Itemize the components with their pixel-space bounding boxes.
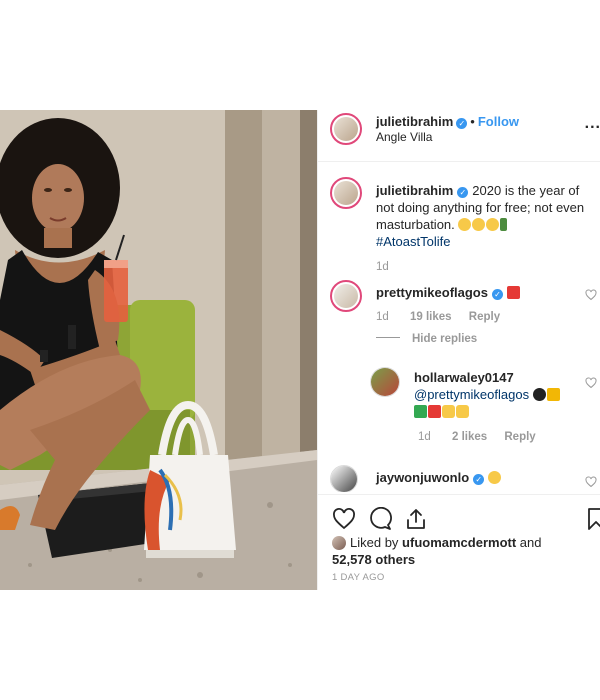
caption-avatar[interactable] xyxy=(330,177,362,209)
comment-username[interactable]: jaywonjuwonlo xyxy=(376,470,469,485)
hide-replies-toggle[interactable]: Hide replies xyxy=(376,333,477,345)
comment-meta: 1d 19 likes Reply xyxy=(376,311,500,323)
crown-emoji xyxy=(546,388,560,401)
commenter-avatar-image xyxy=(331,466,357,492)
comment-text-block: jaywonjuwonlo ✓ xyxy=(376,469,576,486)
check-mark-emoji xyxy=(414,405,427,418)
comment-item: jaywonjuwonlo ✓ xyxy=(318,462,600,492)
verified-badge-icon: ✓ xyxy=(473,474,485,485)
heart-icon[interactable] xyxy=(332,507,356,531)
reply-text-block: hollarwaley0147 @prettymikeoflagos xyxy=(414,369,584,420)
thinking-face-emoji xyxy=(458,218,472,231)
post-caption: julietibrahim ✓ 2020 is the year of not do… xyxy=(318,172,600,273)
commenter-avatar[interactable] xyxy=(330,280,362,312)
verified-badge-icon: ✓ xyxy=(456,118,468,129)
liker-avatar[interactable] xyxy=(332,536,346,550)
reply-likes-count[interactable]: 2 likes xyxy=(452,431,487,443)
author-avatar[interactable] xyxy=(330,113,362,145)
commenter-avatar-image xyxy=(334,284,358,308)
caption-time[interactable]: 1d xyxy=(376,261,389,273)
hundred-points-emoji xyxy=(506,286,520,299)
instagram-post: julietibrahim ✓ • Follow Angle Villa ... ju… xyxy=(0,110,600,590)
post-action-bar xyxy=(318,494,600,534)
reply-avatar-image xyxy=(371,368,399,396)
raised-hands-emoji xyxy=(456,405,469,418)
caption-text-block: julietibrahim ✓ 2020 is the year of not do… xyxy=(376,182,598,250)
reply-reply-button[interactable]: Reply xyxy=(504,431,535,443)
verified-badge-icon: ✓ xyxy=(491,289,503,300)
comment-username[interactable]: prettymikeoflagos xyxy=(376,285,488,300)
follow-button[interactable]: Follow xyxy=(478,114,519,129)
neutral-face-emoji xyxy=(472,218,486,231)
reply-like-heart-icon[interactable] xyxy=(585,377,597,389)
likes-prefix: Liked by xyxy=(350,535,399,550)
header-separator: • xyxy=(470,114,475,129)
grinning-face-emoji xyxy=(488,471,502,484)
comment-like-heart-icon[interactable] xyxy=(585,476,597,488)
caption-avatar-image xyxy=(334,181,358,205)
hundred-points-emoji xyxy=(428,405,441,418)
reply-meta: 1d 2 likes Reply xyxy=(418,431,536,443)
comment-like-heart-icon[interactable] xyxy=(585,289,597,301)
likes-and: and xyxy=(519,535,542,550)
likes-summary: Liked by ufuomamcdermott and 52,578 othe… xyxy=(332,534,542,568)
comment-time[interactable]: 1d xyxy=(376,311,389,323)
more-options-icon[interactable]: ... xyxy=(585,115,600,133)
author-username[interactable]: julietibrahim xyxy=(376,114,453,129)
reply-time[interactable]: 1d xyxy=(418,431,431,443)
post-date[interactable]: 1 DAY AGO xyxy=(332,572,385,583)
bottle-emoji xyxy=(500,218,508,231)
black-heart-emoji xyxy=(532,388,546,401)
reply-item: hollarwaley0147 @prettymikeoflagos 1d 2 … xyxy=(318,365,600,455)
post-location[interactable]: Angle Villa xyxy=(376,130,432,144)
caption-username[interactable]: julietibrahim xyxy=(376,183,453,198)
comment-likes-count[interactable]: 19 likes xyxy=(410,311,452,323)
verified-badge-icon: ✓ xyxy=(457,187,469,198)
reply-username[interactable]: hollarwaley0147 xyxy=(414,370,514,385)
hide-replies-label: Hide replies xyxy=(412,333,478,345)
post-header: julietibrahim ✓ • Follow Angle Villa ... xyxy=(318,110,600,162)
share-icon[interactable] xyxy=(404,507,428,531)
raised-hands-emoji xyxy=(442,405,455,418)
post-photo-image xyxy=(0,110,317,590)
reply-mention[interactable]: @prettymikeoflagos xyxy=(414,387,529,402)
bookmark-icon[interactable] xyxy=(586,507,600,531)
reply-avatar[interactable] xyxy=(370,367,400,397)
header-author-line: julietibrahim ✓ • Follow xyxy=(376,114,519,129)
post-side-panel: julietibrahim ✓ • Follow Angle Villa ... ju… xyxy=(317,110,600,590)
comment-reply-button[interactable]: Reply xyxy=(469,311,500,323)
liker-username[interactable]: ufuomamcdermott xyxy=(402,535,516,550)
grinning-face-emoji xyxy=(486,218,500,231)
comment-icon[interactable] xyxy=(368,507,392,531)
post-photo[interactable] xyxy=(0,110,317,590)
commenter-avatar[interactable] xyxy=(330,465,358,492)
author-avatar-image xyxy=(334,117,358,141)
caption-hashtag[interactable]: #AtoastTolife xyxy=(376,234,450,249)
comment-text-block: prettymikeoflagos ✓ xyxy=(376,284,576,301)
replies-divider-line xyxy=(376,337,400,338)
likes-others-count[interactable]: 52,578 others xyxy=(332,552,415,567)
comment-item: prettymikeoflagos ✓ 1d 19 likes Reply Hid… xyxy=(318,275,600,355)
